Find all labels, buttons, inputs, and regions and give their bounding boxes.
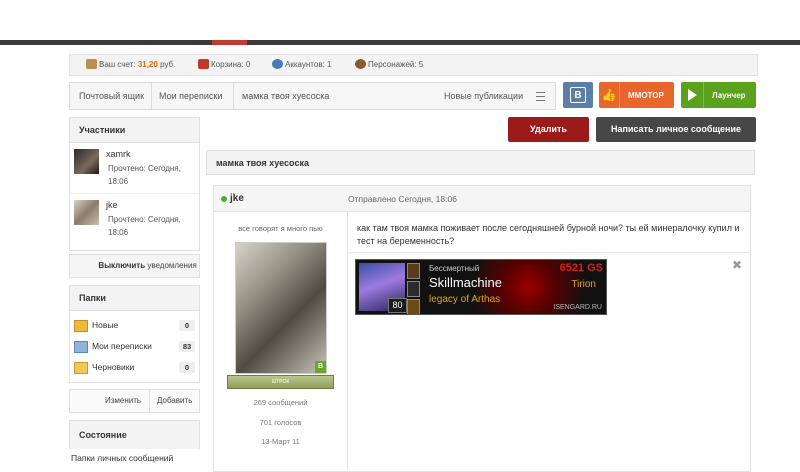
folder-label: Черновики: [92, 362, 135, 372]
participants-panel: Участники xamrk Прочтено: Сегодня, 18:06…: [69, 117, 200, 251]
account-bar: Ваш счет: 31,20 руб. Корзина: 0 Аккаунто…: [69, 54, 758, 76]
participants-title: Участники: [70, 118, 199, 143]
thumbs-up-icon: 👍: [599, 82, 620, 108]
state-title: Состояние: [70, 421, 199, 449]
breadcrumb: Почтовый ящик Мои переписки мамка твоя х…: [69, 82, 556, 110]
add-folder-button[interactable]: Добавить: [157, 396, 192, 405]
divider: [149, 390, 150, 412]
folder-actions: Изменить Добавить: [69, 389, 200, 413]
avatar[interactable]: B: [235, 242, 327, 374]
balance[interactable]: Ваш счет: 31,20 руб.: [86, 59, 175, 69]
vk-button[interactable]: В: [563, 82, 593, 108]
state-panel: Состояние: [69, 420, 200, 449]
folder-icon: [74, 362, 88, 374]
cart-label: Корзина: 0: [211, 59, 251, 69]
item-slots: [407, 263, 420, 314]
member-item: jke Прочтено: Сегодня, 18:06: [70, 194, 199, 244]
folder-count: 0: [179, 362, 195, 373]
mmotop-button[interactable]: 👍 ММОТОР: [599, 82, 674, 108]
online-indicator-icon: [221, 196, 227, 202]
folder-item-drafts[interactable]: Черновики 0: [70, 357, 199, 378]
folder-item-new[interactable]: Новые 0: [70, 315, 199, 336]
member-item: xamrk Прочтено: Сегодня, 18:06: [70, 143, 199, 194]
user-joined: 13-Март 11: [261, 437, 300, 446]
realm-name: Tirion: [571, 279, 596, 290]
signature-banner[interactable]: 80 Бессмертный Skillmachine legacy of Ar…: [355, 259, 607, 315]
post: jke Отправлено Сегодня, 18:06 все говоря…: [213, 185, 751, 472]
gear-score: 6521 GS: [559, 262, 603, 274]
thread-title: мамка твоя хуесоска: [206, 150, 755, 175]
character-rank: Бессмертный: [429, 264, 480, 273]
character-guild: legacy of Arthas: [429, 294, 501, 305]
user-votes-count: 701 голосов: [259, 418, 302, 427]
characters[interactable]: Персонажей: 5: [355, 59, 423, 69]
user-title: все говорят я много пью: [238, 224, 323, 233]
top-bar-accent: [212, 40, 247, 45]
rank-bar: ШТРОК: [227, 375, 334, 389]
post-text: как там твоя мамка поживает после сегодн…: [357, 223, 740, 246]
divider: [348, 252, 750, 253]
close-icon[interactable]: ✖: [732, 258, 742, 272]
delete-button[interactable]: Удалить: [508, 117, 589, 142]
balance-label: Ваш счет:: [99, 59, 136, 69]
post-header: jke Отправлено Сегодня, 18:06: [214, 186, 750, 212]
new-publications-link[interactable]: Новые публикации: [444, 91, 523, 101]
characters-icon: [355, 59, 366, 69]
folders-panel: Папки Новые 0 Мои переписки 83 Черновики…: [69, 285, 200, 383]
avatar-badge: B: [315, 361, 326, 373]
member-name[interactable]: xamrk: [106, 149, 131, 159]
accounts-label: Аккаунтов: 1: [285, 59, 332, 69]
folder-item-conversations[interactable]: Мои переписки 83: [70, 336, 199, 357]
member-status: Прочтено: Сегодня, 18:06: [108, 164, 181, 186]
notify-action: Выключить: [98, 261, 146, 270]
state-subtitle: Папки личных сообщений: [71, 453, 174, 463]
avatar[interactable]: [74, 149, 99, 174]
avatar[interactable]: [74, 200, 99, 225]
notify-text: уведомления: [147, 261, 197, 270]
balance-value: 31,20: [137, 59, 158, 69]
folder-count: 83: [179, 341, 195, 352]
list-icon[interactable]: [536, 92, 545, 101]
helmet-icon: [407, 281, 420, 297]
member-name[interactable]: jke: [106, 200, 118, 210]
notifications-toggle[interactable]: Выключить уведомления: [69, 254, 200, 278]
accounts[interactable]: Аккаунтов: 1: [272, 59, 331, 69]
user-messages-count: 269 сообщений: [253, 398, 308, 407]
mail-icon: [74, 341, 88, 353]
member-status: Прочтено: Сегодня, 18:06: [108, 215, 181, 237]
folders-title: Папки: [70, 286, 199, 311]
launcher-button[interactable]: Лаунчер: [681, 82, 756, 108]
user-info: все говорят я много пью B ШТРОК 269 сооб…: [214, 212, 348, 470]
wallet-icon: [86, 59, 97, 69]
post-author[interactable]: jke: [230, 193, 244, 204]
sword-icon: [407, 263, 420, 279]
edit-folders-button[interactable]: Изменить: [105, 396, 141, 405]
balance-currency: руб.: [160, 59, 176, 69]
breadcrumb-current: мамка твоя хуесоска: [242, 91, 330, 101]
cart-icon: [198, 59, 209, 69]
top-bar: [0, 40, 800, 45]
play-icon: [681, 82, 704, 108]
breadcrumb-separator: [233, 83, 234, 109]
character-name: Skillmachine: [429, 275, 502, 290]
characters-label: Персонажей: 5: [368, 59, 424, 69]
folder-count: 0: [179, 320, 195, 331]
character-level: 80: [388, 298, 407, 313]
breadcrumb-mailbox[interactable]: Почтовый ящик: [79, 91, 144, 101]
folder-new-icon: [74, 320, 88, 332]
folder-label: Новые: [92, 320, 119, 330]
weapon-icon: [407, 299, 420, 314]
write-message-button[interactable]: Написать личное сообщение: [596, 117, 756, 142]
launcher-label: Лаунчер: [712, 90, 746, 100]
breadcrumb-conversations[interactable]: Мои переписки: [159, 91, 222, 101]
cart[interactable]: Корзина: 0: [198, 59, 250, 69]
user-icon: [272, 59, 283, 69]
breadcrumb-separator: [151, 83, 152, 109]
mmotop-label: ММОТОР: [628, 90, 664, 100]
site-name: ISENGARD.RU: [553, 304, 602, 311]
folder-label: Мои переписки: [92, 341, 152, 351]
vk-icon: В: [570, 87, 586, 103]
post-sent-time: Отправлено Сегодня, 18:06: [348, 194, 457, 204]
